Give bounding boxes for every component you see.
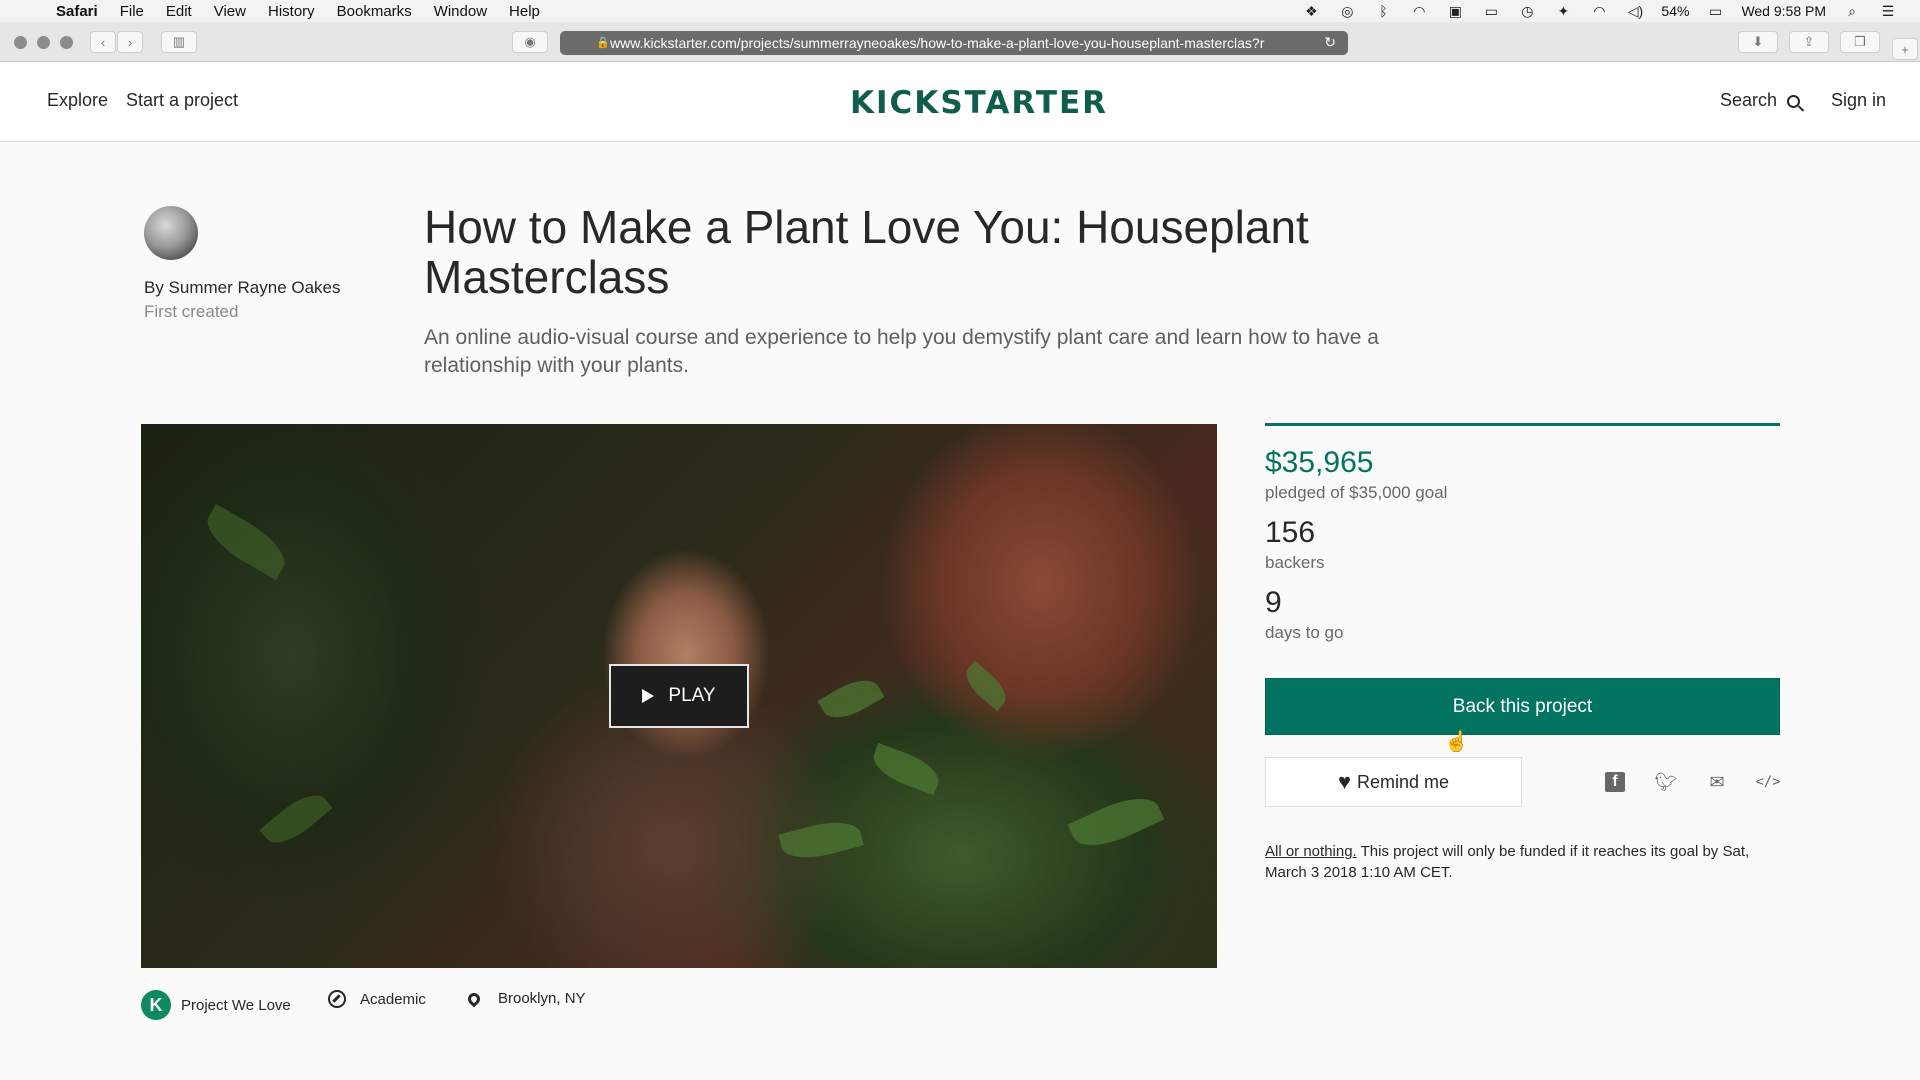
video-foliage: [198, 503, 294, 581]
tabs-overview-icon[interactable]: ❐: [1840, 31, 1880, 53]
video-foliage: [778, 814, 864, 866]
funding-progress-fill: [1265, 423, 1780, 426]
share-icon[interactable]: ⇪: [1789, 31, 1829, 53]
close-window-button[interactable]: [14, 36, 27, 49]
menu-bookmarks[interactable]: Bookmarks: [337, 3, 412, 20]
funding-progress-bar: [1265, 423, 1780, 426]
menu-app-safari[interactable]: Safari: [56, 3, 98, 20]
reload-icon[interactable]: ↻: [1324, 34, 1336, 51]
twitter-share-icon[interactable]: 🐦︎: [1654, 770, 1678, 794]
spotlight-icon[interactable]: ⌕: [1842, 3, 1862, 19]
project-video[interactable]: PLAY: [141, 424, 1217, 968]
project-we-love-tag[interactable]: K Project We Love: [141, 990, 291, 1020]
video-foliage: [259, 785, 333, 853]
kickstarter-badge-icon: K: [141, 990, 171, 1020]
hand-cursor-icon: ☝: [1444, 731, 1469, 753]
downloads-icon[interactable]: ⬇: [1738, 31, 1778, 53]
zoom-window-button[interactable]: [60, 36, 73, 49]
video-foliage: [959, 660, 1013, 712]
screen-record-icon[interactable]: ▣: [1445, 3, 1465, 19]
project-title: How to Make a Plant Love You: Houseplant…: [424, 201, 1309, 303]
url-text: www.kickstarter.com/projects/summerrayne…: [610, 35, 1265, 51]
search-label: Search: [1720, 90, 1778, 110]
menu-window[interactable]: Window: [434, 3, 487, 20]
pledged-amount: $35,965: [1265, 446, 1374, 479]
address-bar[interactable]: 🔒 www.kickstarter.com/projects/summerray…: [560, 31, 1348, 55]
menu-view[interactable]: View: [214, 3, 246, 20]
reader-icon[interactable]: ◉: [512, 31, 548, 53]
play-icon: [642, 689, 655, 703]
play-button[interactable]: PLAY: [609, 664, 749, 728]
sign-in-link[interactable]: Sign in: [1831, 90, 1886, 111]
video-foliage: [1067, 786, 1165, 858]
minimize-window-button[interactable]: [37, 36, 50, 49]
first-created-label: First created: [144, 302, 239, 321]
location-pin-icon: [465, 990, 483, 1007]
category-label: Academic: [360, 990, 426, 1008]
time-machine-icon[interactable]: ◷: [1517, 3, 1537, 19]
project-subtitle: An online audio-visual course and experi…: [424, 326, 1379, 377]
menu-edit[interactable]: Edit: [166, 3, 192, 20]
notification-center-icon[interactable]: ☰: [1878, 3, 1898, 19]
status-area: ❖ ◎ ᛒ ◠ ▣ ▭ ◷ ✦ ◠ ◁) 54% ▭ Wed 9:58 PM ⌕…: [1301, 3, 1920, 20]
search-button[interactable]: Search: [1720, 90, 1801, 111]
start-project-link[interactable]: Start a project: [126, 90, 238, 111]
volume-icon[interactable]: ◁): [1625, 3, 1645, 19]
lock-icon: 🔒: [596, 37, 610, 49]
location-link[interactable]: Brooklyn, NY: [465, 990, 586, 1007]
pledged-goal-label: pledged of $35,000 goal: [1265, 483, 1448, 502]
video-foliage: [867, 742, 945, 796]
safari-toolbar: ‹ › ▥ ◉ 🔒 www.kickstarter.com/projects/s…: [0, 22, 1920, 62]
backers-label: backers: [1265, 553, 1325, 572]
backers-count: 156: [1265, 516, 1316, 549]
all-or-nothing-link[interactable]: All or nothing.: [1265, 843, 1357, 860]
search-icon: [1787, 95, 1801, 108]
battery-icon[interactable]: ▭: [1705, 3, 1725, 19]
clock[interactable]: Wed 9:58 PM: [1741, 3, 1826, 19]
compass-icon: [328, 990, 346, 1008]
menu-file[interactable]: File: [120, 3, 144, 20]
dropbox-icon[interactable]: ❖: [1301, 3, 1321, 19]
forward-button[interactable]: ›: [117, 31, 143, 53]
location-label: Brooklyn, NY: [498, 990, 586, 1007]
back-this-project-button[interactable]: Back this project: [1265, 678, 1780, 735]
funding-note: All or nothing. This project will only b…: [1265, 841, 1785, 883]
days-to-go-label: days to go: [1265, 623, 1344, 642]
airplay-icon[interactable]: ▭: [1481, 3, 1501, 19]
creative-cloud-icon[interactable]: ◎: [1337, 3, 1357, 19]
category-link[interactable]: Academic: [328, 990, 426, 1008]
explore-link[interactable]: Explore: [47, 90, 108, 111]
site-header: Explore Start a project KICKSTARTER Sear…: [0, 63, 1920, 142]
kickstarter-logo[interactable]: KICKSTARTER: [850, 85, 1108, 121]
play-label: PLAY: [668, 685, 716, 706]
video-foliage: [817, 671, 885, 727]
remind-me-button[interactable]: ♥ Remind me: [1265, 757, 1522, 807]
email-share-icon[interactable]: ✉: [1705, 770, 1729, 794]
remind-me-label: Remind me: [1357, 771, 1450, 792]
macos-menubar: Safari File Edit View History Bookmarks …: [0, 0, 1920, 22]
heart-icon: ♥: [1337, 769, 1352, 794]
facebook-share-icon[interactable]: f: [1605, 772, 1625, 792]
project-we-love-label: Project We Love: [181, 996, 291, 1014]
creator-byline[interactable]: By Summer Rayne Oakes: [144, 278, 341, 298]
creator-avatar[interactable]: [144, 206, 198, 260]
embed-icon[interactable]: </>: [1755, 770, 1780, 794]
bird-icon[interactable]: ✦: [1553, 3, 1573, 19]
wifi-icon[interactable]: ◠: [1589, 3, 1609, 19]
bluetooth-icon[interactable]: ᛒ: [1373, 3, 1393, 19]
new-tab-icon[interactable]: +: [1892, 38, 1918, 60]
app-status-icon[interactable]: ◠: [1409, 3, 1429, 19]
days-to-go-count: 9: [1265, 586, 1282, 619]
menu-help[interactable]: Help: [509, 3, 540, 20]
battery-percent[interactable]: 54%: [1661, 3, 1689, 19]
sidebar-toggle-icon[interactable]: ▥: [161, 31, 197, 53]
back-button[interactable]: ‹: [90, 31, 116, 53]
menu-history[interactable]: History: [268, 3, 315, 20]
